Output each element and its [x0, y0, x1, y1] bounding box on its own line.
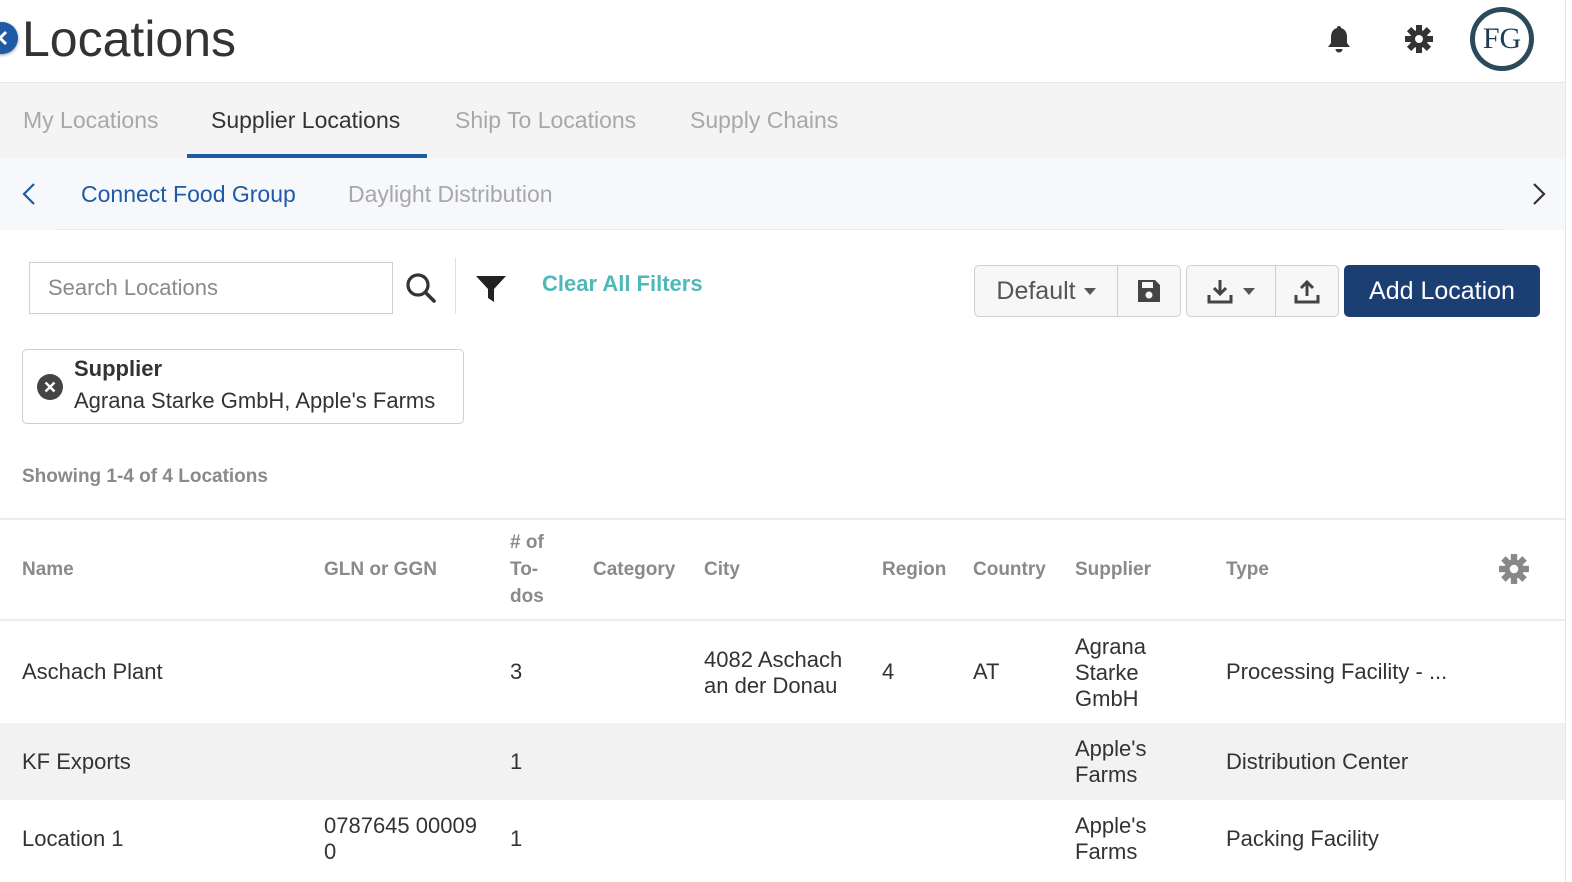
search-icon[interactable]	[404, 270, 438, 306]
cell-todos: 3	[510, 659, 523, 684]
caret-down-icon	[1243, 287, 1255, 295]
column-header-todos-line: dos	[510, 586, 544, 607]
view-select[interactable]: Default	[975, 266, 1117, 316]
column-header-gln[interactable]: GLN or GGN	[324, 556, 437, 583]
page-title: Locations	[22, 11, 237, 67]
column-header-todos[interactable]: # of To- dos	[510, 529, 544, 610]
filter-chip: Supplier Agrana Starke GmbH, Apple's Far…	[22, 349, 464, 424]
table-row[interactable]: KF Exports 1 Apple's Farms Distribution …	[0, 723, 1565, 800]
gear-icon	[1405, 25, 1433, 53]
cell-supplier-line: Farms	[1075, 762, 1138, 787]
cell-name[interactable]: KF Exports	[22, 749, 131, 775]
table-row[interactable]: Aschach Plant 3 4082 Aschach an der Dona…	[0, 621, 1565, 723]
cell-type: Packing Facility	[1226, 826, 1379, 851]
cell-name[interactable]: Aschach Plant	[22, 659, 163, 685]
chevron-left-icon	[0, 30, 8, 46]
filter-icon[interactable]	[474, 273, 508, 305]
floppy-disk-icon	[1138, 280, 1160, 302]
column-header-region[interactable]: Region	[882, 556, 946, 583]
column-header-todos-line: # of	[510, 532, 544, 553]
divider	[0, 518, 1565, 520]
download-button[interactable]	[1187, 266, 1275, 316]
back-button[interactable]	[0, 22, 18, 54]
add-location-button[interactable]: Add Location	[1344, 265, 1540, 317]
view-select-label: Default	[996, 276, 1076, 305]
cell-supplier-line: Apple's	[1075, 736, 1147, 761]
cell-type: Processing Facility - ...	[1226, 659, 1448, 684]
divider	[455, 258, 456, 314]
results-count: Showing 1-4 of 4 Locations	[22, 466, 268, 487]
bell-icon	[1328, 26, 1350, 53]
cell-city-line: an der Donau	[704, 673, 838, 698]
chevron-left-icon[interactable]	[16, 180, 44, 208]
column-header-category[interactable]: Category	[593, 556, 675, 583]
subtab-bar: Connect Food Group Daylight Distribution	[0, 158, 1565, 230]
save-view-button[interactable]	[1117, 266, 1180, 316]
settings-button[interactable]	[1402, 22, 1436, 56]
cell-gln-line: 0	[324, 839, 337, 864]
cell-gln: 0787645 00009 0	[324, 813, 477, 865]
view-button-group: Default	[974, 265, 1181, 317]
column-header-type[interactable]: Type	[1226, 556, 1269, 583]
filter-chip-title: Supplier	[74, 356, 163, 381]
cell-supplier-line: Farms	[1075, 839, 1138, 864]
cell-supplier-line: Starke	[1075, 660, 1139, 685]
cell-supplier-line: Agrana	[1075, 634, 1146, 659]
cell-city-line: 4082 Aschach	[704, 647, 843, 672]
column-header-todos-line: To-	[510, 559, 539, 580]
column-header-name[interactable]: Name	[22, 556, 74, 583]
header: Locations FG	[0, 0, 1572, 82]
tab-ship-to-locations[interactable]: Ship To Locations	[455, 83, 636, 159]
close-icon	[44, 381, 56, 393]
cell-supplier: Apple's Farms	[1075, 736, 1146, 788]
tab-my-locations[interactable]: My Locations	[23, 83, 159, 159]
remove-filter-button[interactable]	[37, 374, 63, 400]
tab-bar: My Locations Supplier Locations Ship To …	[0, 82, 1565, 159]
divider	[1565, 0, 1566, 882]
upload-button[interactable]	[1275, 266, 1338, 316]
subtab-connect-food-group[interactable]: Connect Food Group	[81, 158, 296, 230]
search-input[interactable]	[29, 262, 393, 314]
notifications-button[interactable]	[1322, 22, 1356, 56]
column-header-country[interactable]: Country	[973, 556, 1046, 583]
cell-supplier-line: GmbH	[1075, 686, 1139, 711]
divider	[55, 229, 1505, 230]
caret-down-icon	[1083, 287, 1096, 295]
cell-name[interactable]: Location 1	[22, 826, 124, 852]
cell-supplier: Apple's Farms	[1075, 813, 1146, 865]
column-header-supplier[interactable]: Supplier	[1075, 556, 1151, 583]
subtab-daylight-distribution[interactable]: Daylight Distribution	[348, 158, 553, 230]
cell-todos: 1	[510, 749, 523, 774]
avatar-initials: FG	[1473, 10, 1531, 68]
cell-country: AT	[973, 659, 1000, 684]
filter-chip-value: Agrana Starke GmbH, Apple's Farms	[74, 388, 436, 413]
clear-all-filters-link[interactable]: Clear All Filters	[542, 268, 703, 300]
download-icon	[1207, 280, 1233, 304]
column-settings-gear-icon[interactable]	[1498, 553, 1530, 585]
chevron-right-icon[interactable]	[1524, 180, 1552, 208]
cell-gln-line: 0787645 00009	[324, 813, 477, 838]
cell-region: 4	[882, 659, 895, 684]
export-button-group	[1186, 265, 1339, 317]
table-row[interactable]: Location 1 0787645 00009 0 1 Apple's Far…	[0, 800, 1565, 882]
upload-icon	[1294, 279, 1320, 304]
cell-todos: 1	[510, 826, 523, 851]
tab-supplier-locations[interactable]: Supplier Locations	[211, 83, 400, 159]
cell-city: 4082 Aschach an der Donau	[704, 647, 842, 699]
cell-supplier-line: Apple's	[1075, 813, 1147, 838]
tab-supply-chains[interactable]: Supply Chains	[690, 83, 838, 159]
column-header-city[interactable]: City	[704, 556, 740, 583]
avatar[interactable]: FG	[1470, 7, 1534, 71]
cell-supplier: Agrana Starke GmbH	[1075, 634, 1146, 712]
cell-type: Distribution Center	[1226, 749, 1409, 774]
